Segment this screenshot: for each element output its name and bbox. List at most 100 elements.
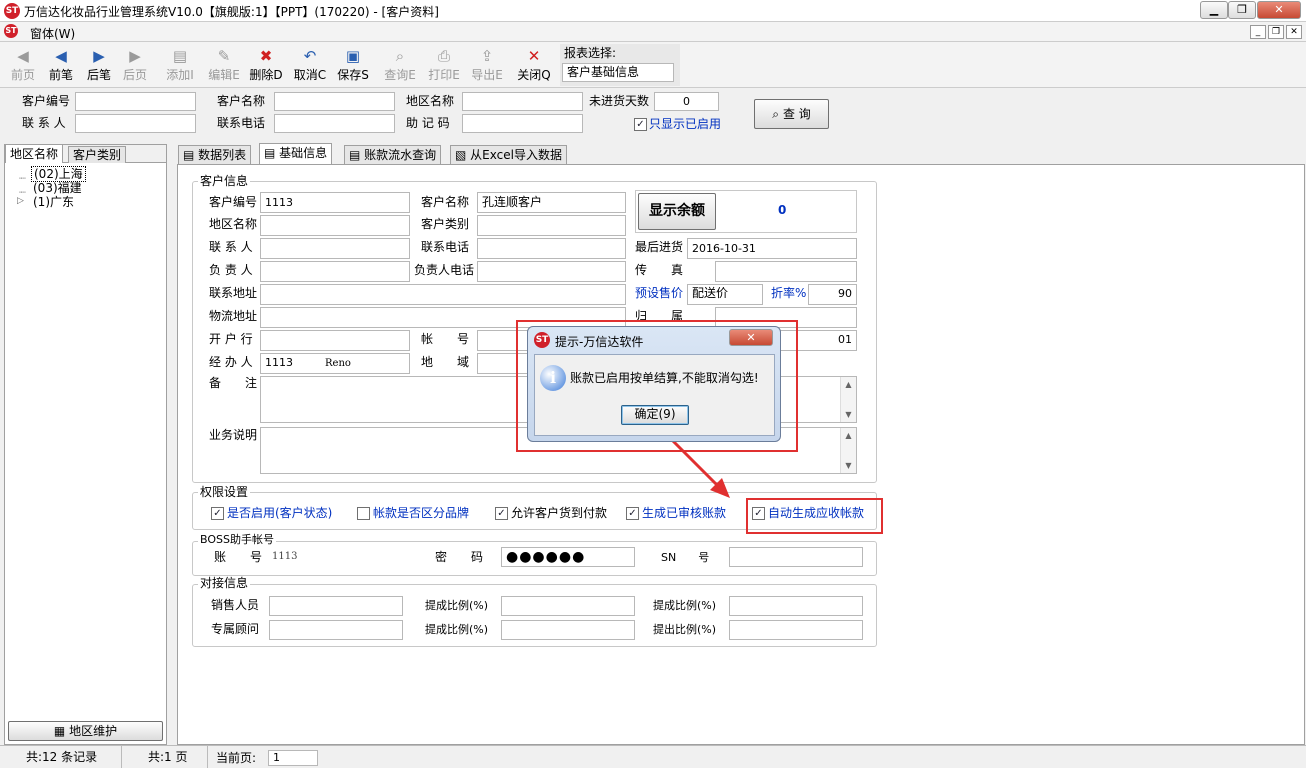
- search-region-input[interactable]: [462, 92, 583, 111]
- enabled-checkbox[interactable]: ✓: [211, 507, 224, 520]
- cancel-button[interactable]: ↶ 取消C: [290, 46, 330, 86]
- basic-info-panel: 客户信息 客户编号 1113 客户名称 孔连顺客户 显示余额 0 地区名称 客户…: [177, 164, 1305, 745]
- dialog-message: 账款已启用按单结算,不能取消勾选!: [570, 371, 759, 385]
- customer-no-field[interactable]: 1113: [260, 192, 410, 213]
- minimize-button[interactable]: ▁: [1200, 1, 1228, 19]
- print-button[interactable]: ⎙ 打印E: [424, 46, 464, 86]
- advisor-field[interactable]: [269, 620, 403, 640]
- last-page-label: 后页: [122, 68, 147, 82]
- add-button[interactable]: ▤ 添加I: [160, 46, 200, 86]
- only-enabled-checkbox[interactable]: ✓: [634, 118, 647, 131]
- doc-icon: ▤: [264, 146, 280, 160]
- tab-excel-import[interactable]: ▧ 从Excel导入数据: [450, 145, 567, 165]
- boss-account-value: 1113: [272, 551, 298, 562]
- close-button[interactable]: ✕ 关闭Q: [514, 46, 554, 86]
- phone-field[interactable]: [477, 238, 626, 259]
- print-icon: ⎙: [437, 47, 450, 65]
- address-field[interactable]: [260, 284, 626, 305]
- last-ship-field[interactable]: 2016-10-31: [687, 238, 857, 259]
- search-phone-input[interactable]: [274, 114, 395, 133]
- sales-field[interactable]: [269, 596, 403, 616]
- current-page-input[interactable]: 1: [268, 750, 318, 766]
- search-mnemonic-input[interactable]: [462, 114, 583, 133]
- menu-window[interactable]: 窗体(W): [30, 25, 75, 42]
- ratio-label-4: 提出比例(%): [653, 623, 717, 636]
- search-panel: 客户编号 客户名称 地区名称 未进货天数 0 联 系 人 联系电话 助 记 码 …: [0, 89, 1306, 143]
- customer-name-field[interactable]: 孔连顺客户: [477, 192, 626, 213]
- query-toolbar-button[interactable]: ⌕ 查询E: [380, 46, 420, 86]
- report-select[interactable]: 客户基础信息: [562, 63, 674, 82]
- search-customer-name-input[interactable]: [274, 92, 395, 111]
- boss-sn-label: SN 号: [661, 551, 710, 564]
- search-contact-input[interactable]: [75, 114, 196, 133]
- mdi-minimize-button[interactable]: _: [1250, 25, 1266, 39]
- audited-checkbox[interactable]: ✓: [626, 507, 639, 520]
- handler-label: 经 办 人: [209, 355, 253, 369]
- ratio-field-3[interactable]: [501, 620, 635, 640]
- category-field[interactable]: [477, 215, 626, 236]
- region-maintain-label: 地区维护: [69, 724, 118, 738]
- tab-region[interactable]: 地区名称: [5, 144, 64, 163]
- tree-item[interactable]: (03)福建: [33, 181, 82, 195]
- no-ship-days-input[interactable]: 0: [654, 92, 719, 111]
- handler-field[interactable]: 1113 Reno: [260, 353, 410, 374]
- close-window-button[interactable]: ✕: [1257, 1, 1301, 19]
- dialog-ok-button[interactable]: 确定(9): [621, 405, 689, 425]
- docking-title: 对接信息: [198, 576, 251, 590]
- tab-account-flow-label: 账款流水查询: [364, 148, 437, 162]
- first-page-button[interactable]: ◀ 前页: [6, 46, 40, 86]
- preset-price-field[interactable]: 配送价: [687, 284, 763, 305]
- search-customer-no-input[interactable]: [75, 92, 196, 111]
- boss-password-field[interactable]: ●●●●●●: [501, 547, 635, 567]
- close-label: 关闭Q: [517, 68, 551, 82]
- export-button[interactable]: ⇪ 导出E: [467, 46, 507, 86]
- maximize-button[interactable]: ❐: [1228, 1, 1256, 19]
- tree-item[interactable]: (1)广东: [33, 195, 74, 209]
- business-label: 业务说明: [209, 428, 258, 442]
- expand-icon[interactable]: ▷: [17, 196, 24, 206]
- next-record-button[interactable]: ▶ 后笔: [82, 46, 116, 86]
- remark-scrollbar[interactable]: ▲ ▼: [840, 377, 856, 422]
- prev-record-button[interactable]: ◀ 前笔: [44, 46, 78, 86]
- customer-name-label: 客户名称: [421, 195, 470, 209]
- balance-value: 0: [778, 203, 787, 217]
- tab-basic-info[interactable]: ▤ 基础信息: [259, 143, 333, 165]
- brand-distinguish-checkbox[interactable]: [357, 507, 370, 520]
- dialog-close-button[interactable]: ✕: [729, 329, 773, 346]
- save-button[interactable]: ▣ 保存S: [333, 46, 373, 86]
- manager-field[interactable]: [260, 261, 410, 282]
- tab-data-list[interactable]: ▤ 数据列表: [178, 145, 252, 165]
- ratio-field-4[interactable]: [729, 620, 863, 640]
- edit-label: 编辑E: [208, 68, 240, 82]
- only-enabled-label: 只显示已启用: [649, 117, 722, 131]
- tab-customer-category[interactable]: 客户类别: [68, 146, 127, 163]
- tab-excel-import-label: 从Excel导入数据: [470, 148, 562, 162]
- mdi-close-button[interactable]: ✕: [1286, 25, 1302, 39]
- business-scrollbar[interactable]: ▲ ▼: [840, 428, 856, 473]
- mdi-restore-button[interactable]: ❐: [1268, 25, 1284, 39]
- left-panel: 地区名称 客户类别 ┈ (02)上海 ┈ (03)福建 ▷ (1)广东 ▦ 地区维…: [4, 144, 167, 745]
- show-balance-button[interactable]: 显示余额: [638, 193, 716, 230]
- fax-field[interactable]: [715, 261, 857, 282]
- bank-field[interactable]: [260, 330, 410, 351]
- info-icon: i: [540, 365, 566, 391]
- region-maintain-button[interactable]: ▦ 地区维护: [8, 721, 163, 741]
- last-page-button[interactable]: ▶ 后页: [118, 46, 152, 86]
- cod-checkbox[interactable]: ✓: [495, 507, 508, 520]
- boss-sn-field[interactable]: [729, 547, 863, 567]
- tab-account-flow[interactable]: ▤ 账款流水查询: [344, 145, 442, 165]
- contact-field[interactable]: [260, 238, 410, 259]
- delete-button[interactable]: ✖ 删除D: [246, 46, 286, 86]
- tree-item[interactable]: (02)上海: [31, 166, 86, 182]
- ratio-field-1[interactable]: [501, 596, 635, 616]
- query-button[interactable]: ⌕ 查 询: [754, 99, 829, 129]
- prev-record-label: 前笔: [48, 68, 73, 82]
- region-field[interactable]: [260, 215, 410, 236]
- discount-field[interactable]: 90: [808, 284, 857, 305]
- manager-phone-field[interactable]: [477, 261, 626, 282]
- area-label: 地 域: [421, 355, 470, 369]
- doc-icon: ▤: [349, 148, 365, 162]
- ratio-field-2[interactable]: [729, 596, 863, 616]
- discount-label: 折率%: [771, 286, 807, 300]
- edit-button[interactable]: ✎ 编辑E: [204, 46, 244, 86]
